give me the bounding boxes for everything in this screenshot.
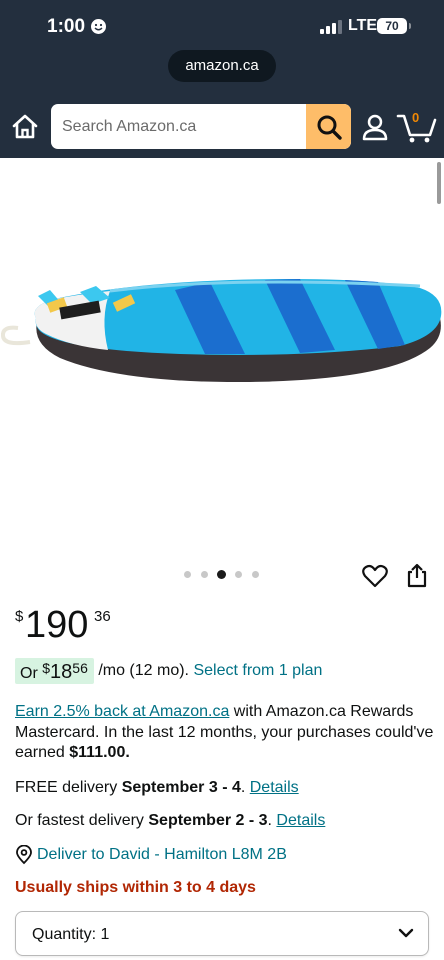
free-delivery: FREE delivery September 3 - 4. Details (15, 779, 299, 796)
chevron-down-icon (398, 928, 414, 938)
deliver-to-text: Deliver to David - Hamilton L8M 2B (37, 846, 287, 863)
cart-count: 0 (412, 110, 420, 125)
battery-icon: 70 (377, 18, 411, 34)
free-delivery-dates: September 3 - 4 (121, 779, 241, 796)
installment-badge: Or $1856 (15, 658, 94, 684)
quantity-selector[interactable]: Quantity: 1 (15, 911, 429, 956)
pagination-dot[interactable] (252, 571, 259, 578)
fastest-delivery-dates: September 2 - 3 (148, 812, 268, 829)
fastest-delivery-label: Or fastest delivery (15, 812, 149, 829)
pagination-dot[interactable] (201, 571, 208, 578)
pagination-dot[interactable] (235, 571, 242, 578)
installment-prefix: Or (20, 665, 38, 682)
url-bar[interactable]: amazon.ca (168, 50, 276, 82)
select-plan-link[interactable]: Select from 1 plan (193, 662, 322, 679)
search-bar (51, 104, 351, 149)
installment-currency: $ (42, 660, 51, 676)
quantity-label: Quantity: 1 (32, 926, 109, 944)
share-icon[interactable] (405, 562, 429, 588)
rewards-link[interactable]: Earn 2.5% back at Amazon.ca (15, 703, 229, 720)
pagination-dot-active[interactable] (217, 570, 226, 579)
fastest-details-link[interactable]: Details (276, 812, 325, 829)
scrollbar[interactable] (437, 162, 441, 204)
status-time: 1:00 (47, 16, 86, 37)
free-delivery-label: FREE delivery (15, 779, 122, 796)
location-pin-icon (16, 845, 32, 865)
search-input[interactable] (51, 104, 306, 149)
fastest-delivery: Or fastest delivery September 2 - 3. Det… (15, 812, 326, 829)
delivery-details-link[interactable]: Details (250, 779, 299, 796)
cart-button[interactable]: 0 (396, 108, 438, 144)
installment-offer: Or $1856 /mo (12 mo). Select from 1 plan (15, 658, 322, 684)
home-icon[interactable] (10, 112, 40, 142)
search-button[interactable] (306, 104, 351, 149)
rewards-amount: $111.00. (69, 744, 130, 761)
search-icon (317, 115, 342, 140)
wishlist-heart-icon[interactable] (362, 564, 388, 588)
signal-icon (320, 20, 344, 34)
price-whole: 190 (25, 604, 89, 646)
pagination-dot[interactable] (184, 571, 191, 578)
quantity-value: 1 (100, 926, 110, 943)
installment-whole: 18 (50, 661, 73, 683)
quantity-label-text: Quantity: (32, 926, 97, 943)
price-currency: $ (15, 608, 24, 625)
installment-fraction: 56 (72, 660, 88, 676)
product-image[interactable] (0, 158, 444, 558)
header: 1:00 LTE 70 amazon.ca Search Amazon.ca 0 (0, 0, 444, 158)
emoji-icon (91, 19, 106, 34)
installment-term: /mo (12 mo). (98, 662, 189, 679)
availability-status: Usually ships within 3 to 4 days (15, 879, 256, 896)
network-label: LTE (348, 17, 378, 34)
rewards-offer: Earn 2.5% back at Amazon.ca with Amazon.… (15, 702, 435, 764)
status-bar: 1:00 LTE 70 (0, 0, 444, 52)
price-fraction: 36 (94, 608, 111, 625)
account-icon[interactable] (360, 112, 390, 142)
